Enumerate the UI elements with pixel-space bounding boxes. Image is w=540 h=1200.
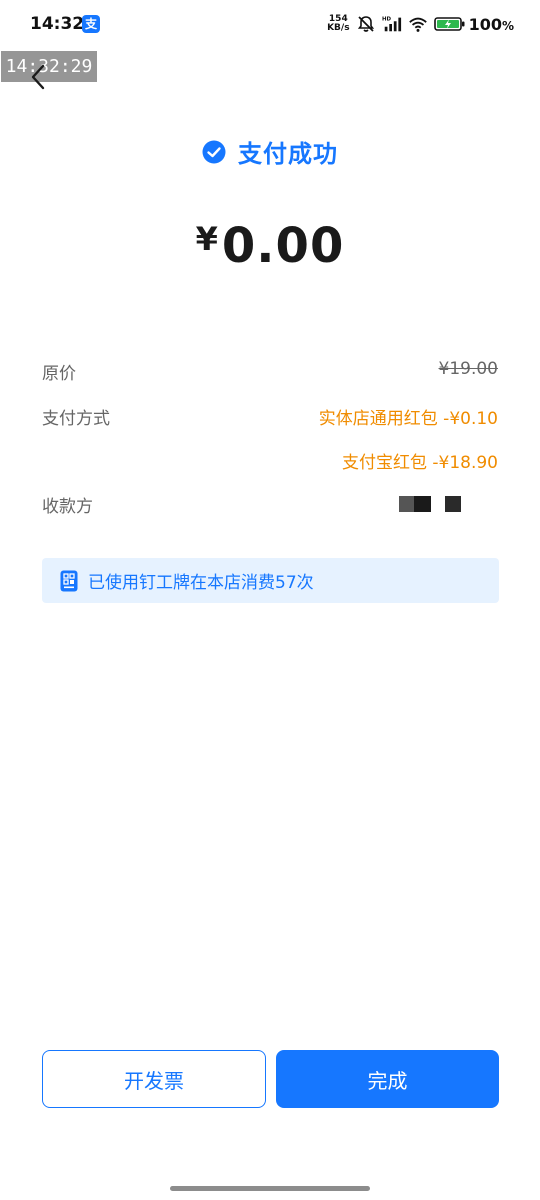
success-check-icon: [202, 140, 226, 163]
back-button[interactable]: [24, 62, 52, 92]
home-indicator[interactable]: [170, 1186, 370, 1191]
done-button[interactable]: 完成: [276, 1050, 499, 1108]
battery-percent: 100%: [468, 14, 514, 34]
battery: 100%: [433, 14, 514, 34]
payment-method-label: 支付方式: [42, 409, 110, 429]
network-speed: 154 KB/s: [327, 14, 350, 33]
alipay-red-packet-discount: 支付宝红包 -¥18.90: [341, 453, 498, 473]
store-visit-notice: 已使用钉工牌在本店消费57次: [42, 558, 499, 603]
original-price-row: 原价 ¥19.00: [42, 355, 498, 385]
original-price-label: 原价: [42, 364, 76, 384]
original-price-value: ¥19.00: [438, 359, 498, 379]
payment-method-row: 支付方式 实体店通用红包 -¥0.10: [42, 400, 498, 430]
store-red-packet-discount: 实体店通用红包 -¥0.10: [318, 409, 498, 429]
badge-card-icon: [60, 570, 78, 591]
svg-text:HD: HD: [382, 16, 392, 22]
mute-bell-icon: [357, 16, 374, 32]
status-time: 14:32: [30, 14, 85, 34]
invoice-button[interactable]: 开发票: [42, 1050, 266, 1108]
currency-symbol: ¥: [195, 220, 218, 258]
payee-name-masked: [399, 496, 461, 512]
payee-row: 收款方: [42, 488, 498, 518]
status-icons: 154 KB/s HD 100%: [327, 12, 514, 36]
cellular-signal-icon: HD: [382, 16, 401, 32]
battery-charging-icon: [433, 17, 465, 31]
payment-result-header: 支付成功: [0, 134, 540, 169]
payment-method-row-2: 支付宝红包 -¥18.90: [42, 444, 498, 474]
amount-value: 0.00: [221, 218, 345, 274]
alipay-notification-icon: 支: [82, 15, 100, 33]
payee-label: 收款方: [42, 497, 93, 517]
payment-success-title: 支付成功: [238, 140, 338, 168]
payment-amount: ¥0.00: [0, 218, 540, 274]
back-arrow-icon: [31, 64, 45, 90]
status-bar: 14:32 支 154 KB/s HD 100%: [0, 0, 540, 50]
wifi-icon: [408, 17, 427, 32]
notice-text: 已使用钉工牌在本店消费57次: [88, 573, 314, 593]
